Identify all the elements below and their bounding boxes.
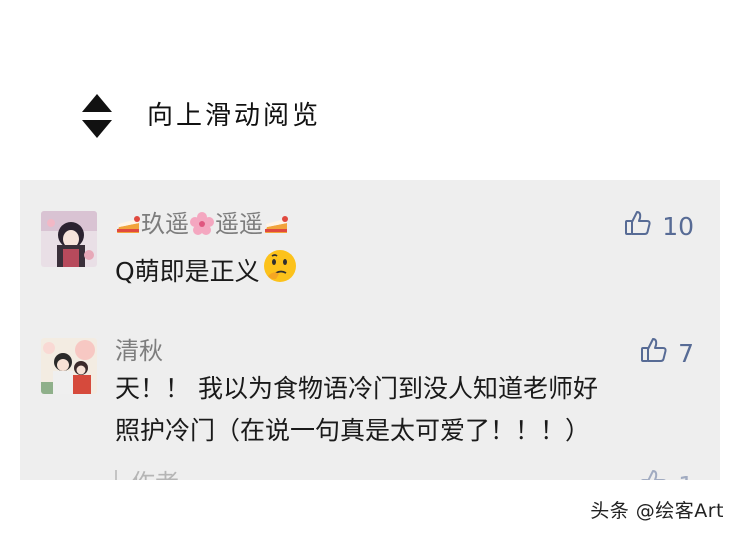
scroll-up-icon (82, 94, 112, 138)
commenter-name[interactable]: 清秋 (115, 336, 163, 366)
cherry-blossom-icon (189, 211, 215, 237)
avatar[interactable] (41, 211, 97, 267)
author-reply-label[interactable]: 作者 (115, 468, 179, 480)
comment-text-line: 天！！ 我以为食物语冷门到没人知道老师好 (115, 374, 598, 403)
thinking-face-icon (262, 248, 298, 295)
like-count: 1 (678, 471, 694, 481)
thumbs-up-icon (624, 209, 652, 244)
comment-text: Q萌即是正义 (115, 248, 695, 295)
commenter-name-part: 玖遥 (141, 210, 189, 238)
avatar[interactable] (41, 338, 97, 394)
like-count: 7 (678, 338, 694, 368)
like-button[interactable]: 7 (640, 336, 694, 371)
like-button[interactable]: 1 (640, 468, 694, 480)
thumbs-up-icon (640, 468, 668, 480)
like-count: 10 (662, 211, 694, 241)
thumbs-up-icon (640, 336, 668, 371)
comment-text: 天！！ 我以为食物语冷门到没人知道老师好 照护冷门（在说一句真是太可爱了！！！） (115, 370, 695, 450)
cake-icon (115, 211, 141, 237)
scroll-hint-label: 向上滑动阅览 (147, 101, 322, 131)
like-button[interactable]: 10 (624, 209, 694, 244)
cake-icon (263, 211, 289, 237)
commenter-name-part: 遥遥 (215, 210, 263, 238)
reply-indicator (115, 470, 117, 480)
comments-panel: 玖遥 遥遥 10 Q萌即是正义 清秋 7 天！！ 我以为食物语冷门到没人知道老师… (20, 180, 720, 480)
author-label-text: 作者 (131, 468, 179, 480)
watermark: 头条 @绘客Art (590, 500, 724, 522)
comment-text-line: 照护冷门（在说一句真是太可爱了！！！） (115, 416, 591, 445)
commenter-name[interactable]: 玖遥 遥遥 (115, 209, 289, 239)
comment-text-content: Q萌即是正义 (115, 256, 260, 286)
